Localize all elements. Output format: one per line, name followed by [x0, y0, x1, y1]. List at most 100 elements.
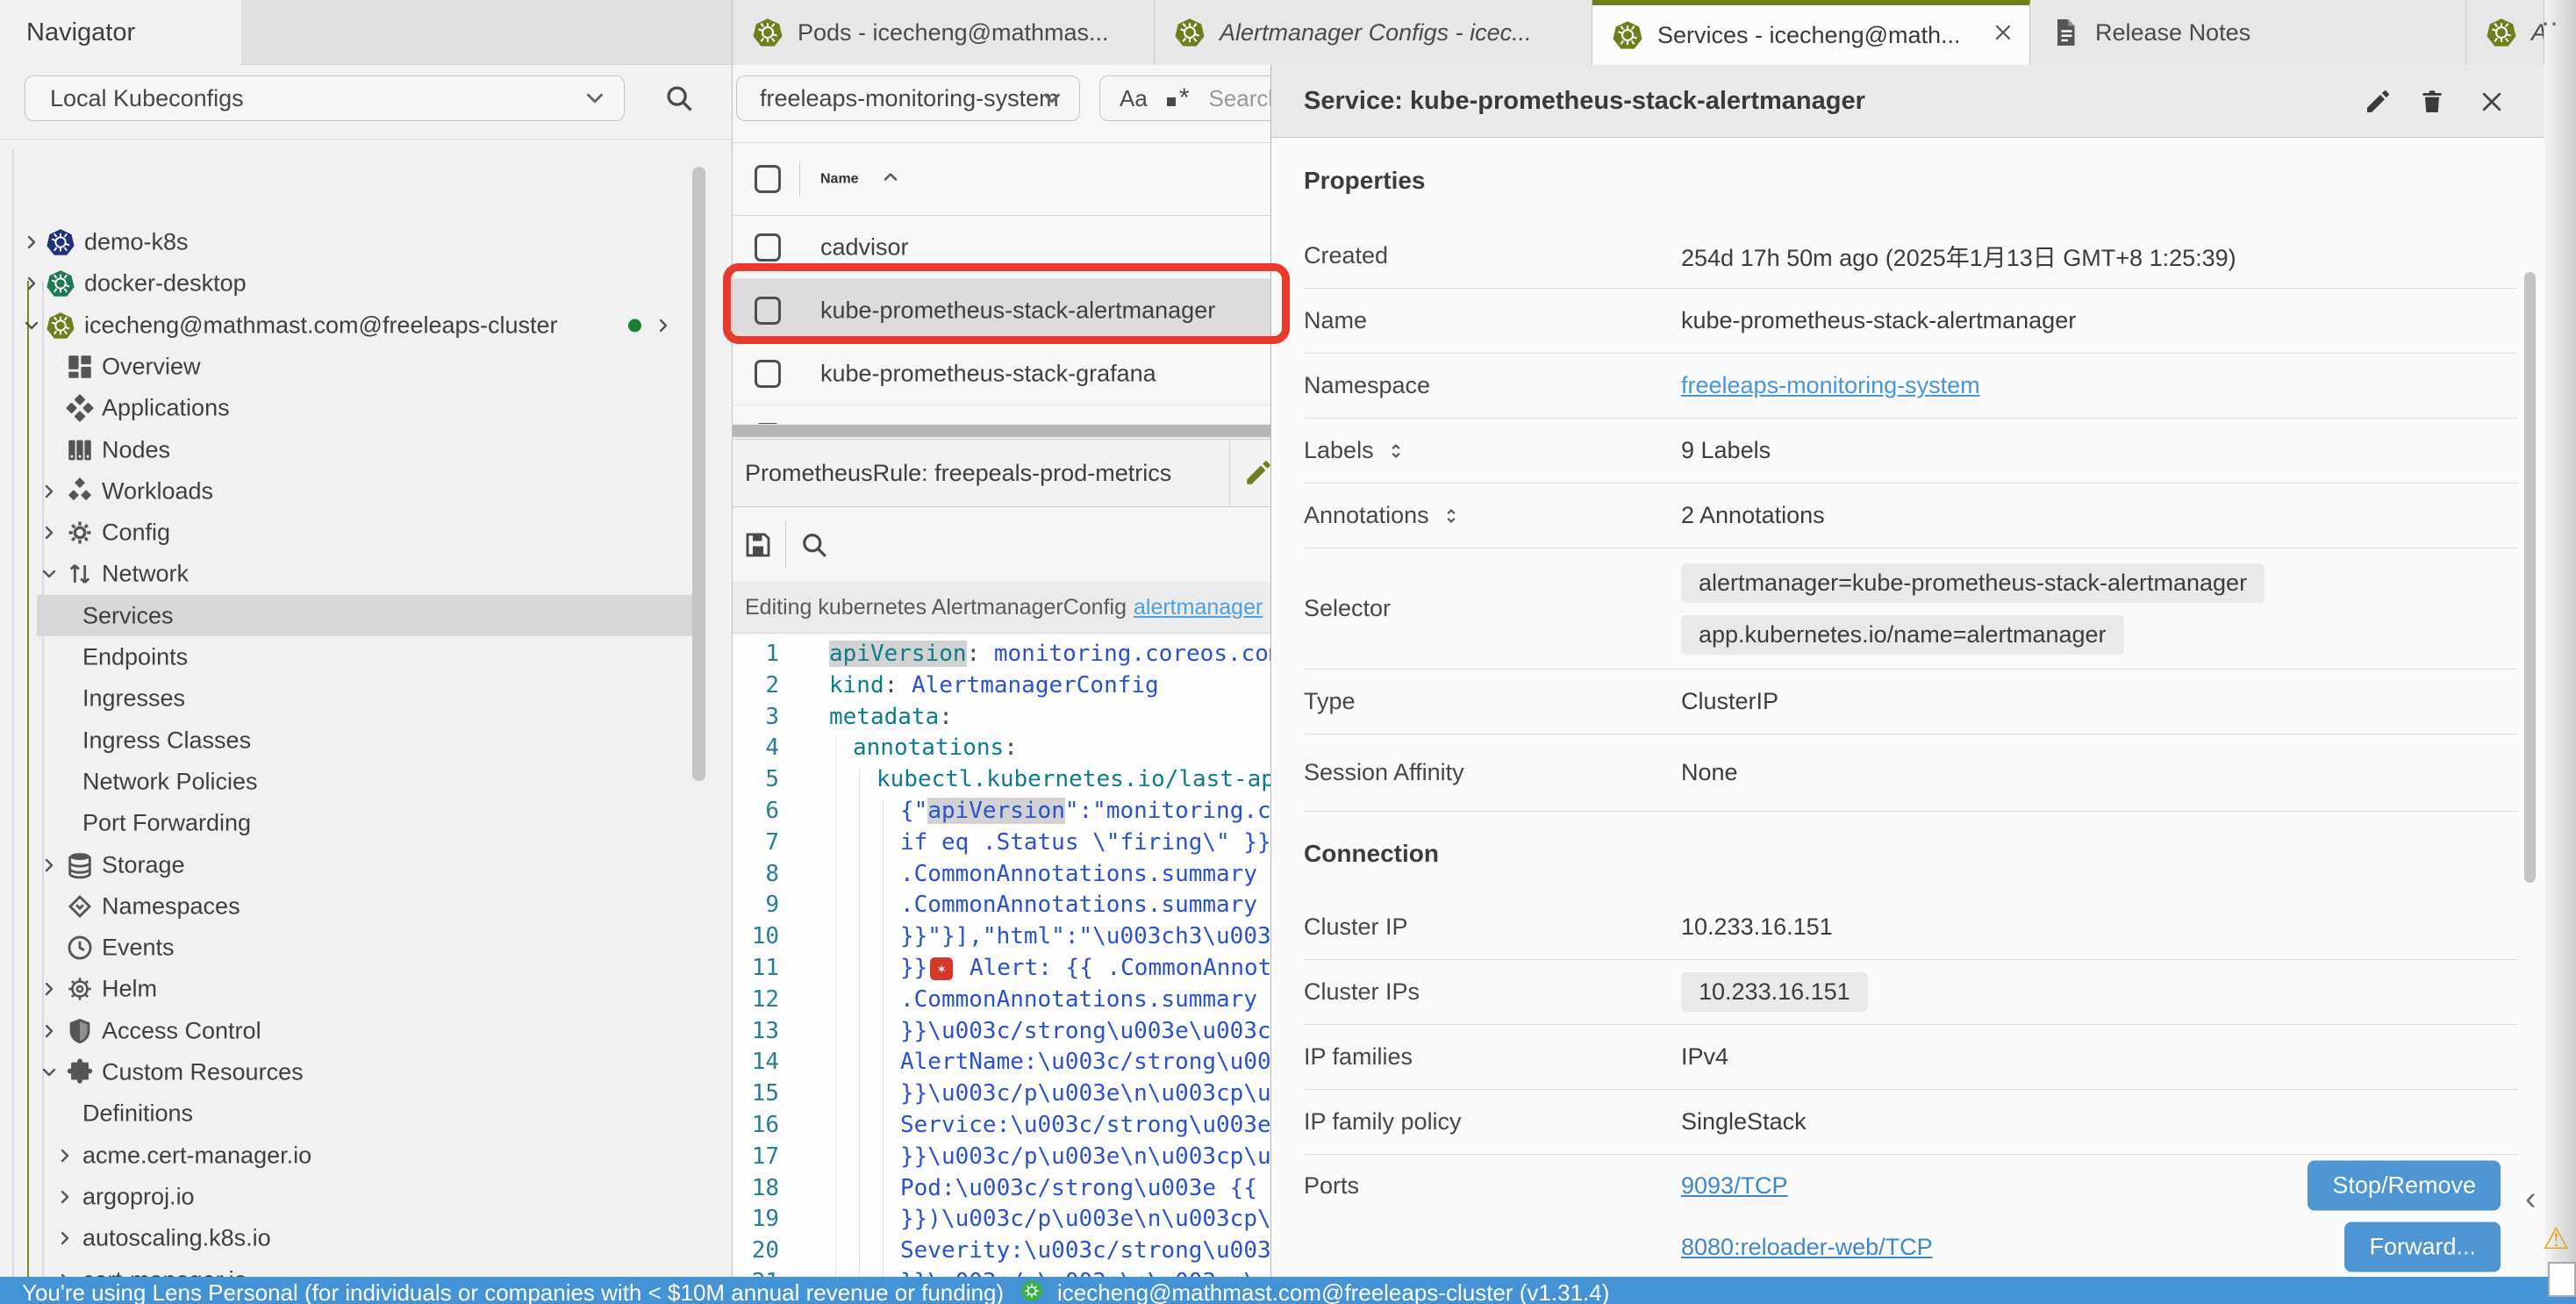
port-link[interactable]: 8080:reloader-web/TCP	[1681, 1234, 1933, 1261]
sidebar-item-cert-manager-io[interactable]: cert-manager.io	[0, 1259, 698, 1277]
sidebar-item-applications[interactable]: Applications	[0, 387, 698, 428]
sidebar-item-services[interactable]: Services	[0, 595, 698, 636]
chevron-right-icon[interactable]	[21, 273, 42, 294]
select-all-checkbox[interactable]	[755, 165, 781, 193]
code-line-3[interactable]: 3metadata:	[733, 701, 1270, 733]
sidebar-item-endpoints[interactable]: Endpoints	[0, 636, 698, 677]
edit-pencil-icon[interactable]	[1243, 458, 1270, 492]
chevron-right-icon[interactable]	[39, 1021, 60, 1042]
chevron-right-icon[interactable]	[54, 1145, 75, 1166]
code-line-8[interactable]: 8.CommonAnnotations.summary }}-	[733, 858, 1270, 890]
cluster-status-text[interactable]: icecheng@mathmast.com@freeleaps-cluster …	[1057, 1279, 1609, 1304]
code-line-11[interactable]: 11}}✶ Alert: {{ .CommonAnnotati	[733, 952, 1270, 984]
resource-search-input[interactable]: Aa * Search	[1099, 75, 1270, 121]
sidebar-item-icecheng-mathmast-com-freeleaps-cluster[interactable]: icecheng@mathmast.com@freeleaps-cluster	[0, 305, 698, 346]
editor-search-icon[interactable]	[798, 528, 831, 562]
column-header-name[interactable]: Name	[820, 167, 901, 192]
editing-resource-link[interactable]: alertmanager	[1134, 595, 1263, 620]
sidebar-item-namespaces[interactable]: Namespaces	[0, 885, 698, 927]
code-line-7[interactable]: 7if eq .Status \"firing\" }}✶	[733, 827, 1270, 858]
horizontal-scrollbar[interactable]	[733, 424, 1270, 439]
chevron-right-icon[interactable]	[54, 1186, 75, 1207]
code-line-2[interactable]: 2kind: AlertmanagerConfig	[733, 670, 1270, 701]
chevron-down-icon[interactable]	[39, 563, 60, 584]
sidebar-item-ingresses[interactable]: Ingresses	[0, 677, 698, 719]
code-line-12[interactable]: 12.CommonAnnotations.summary }}-	[733, 984, 1270, 1015]
chevron-right-icon[interactable]	[39, 522, 60, 543]
code-line-19[interactable]: 19}})\u003c/p\u003e\n\u003cp\u00	[733, 1203, 1270, 1235]
code-line-9[interactable]: 9.CommonAnnotations.summary }}-	[733, 889, 1270, 921]
chevron-right-icon[interactable]	[39, 855, 60, 876]
delete-trash-icon[interactable]	[2415, 84, 2450, 119]
row-checkbox[interactable]	[755, 360, 781, 388]
sort-updown-icon[interactable]	[1385, 440, 1407, 462]
tab-alertmanager-configs-icec[interactable]: Alertmanager Configs - icec...	[1155, 0, 1592, 65]
chevron-right-icon[interactable]	[39, 978, 60, 999]
sidebar-item-config[interactable]: Config	[0, 512, 698, 553]
sidebar-item-definitions[interactable]: Definitions	[0, 1093, 698, 1134]
sidebar-item-workloads[interactable]: Workloads	[0, 470, 698, 512]
code-line-1[interactable]: 1apiVersion: monitoring.coreos.com/v1	[733, 638, 1270, 670]
code-line-21[interactable]: 21}}\u003c/p\u003e\n\u003cp\u003	[733, 1266, 1270, 1277]
code-line-15[interactable]: 15}}\u003c/p\u003e\n\u003cp\u003	[733, 1078, 1270, 1109]
drawer-scrollbar[interactable]	[2524, 272, 2536, 883]
row-checkbox[interactable]	[755, 233, 781, 262]
code-line-5[interactable]: 5kubectl.kubernetes.io/last-appli	[733, 763, 1270, 795]
code-line-6[interactable]: 6{"apiVersion":"monitoring.core	[733, 795, 1270, 827]
sidebar-item-ingress-classes[interactable]: Ingress Classes	[0, 720, 698, 761]
navigator-search-button[interactable]	[660, 79, 698, 118]
sidebar-item-access-control[interactable]: Access Control	[0, 1010, 698, 1051]
match-case-toggle[interactable]: Aa	[1120, 85, 1148, 112]
sidebar-item-nodes[interactable]: Nodes	[0, 429, 698, 470]
sidebar-item-storage[interactable]: Storage	[0, 844, 698, 885]
code-line-18[interactable]: 18Pod:\u003c/strong\u003e {{ .Co	[733, 1172, 1270, 1204]
chevron-down-icon[interactable]	[21, 315, 42, 336]
code-line-17[interactable]: 17}}\u003c/p\u003e\n\u003cp\u003	[733, 1141, 1270, 1172]
sidebar-item-acme-cert-manager-io[interactable]: acme.cert-manager.io	[0, 1135, 698, 1176]
sidebar-item-network-policies[interactable]: Network Policies	[0, 761, 698, 802]
close-icon[interactable]	[1993, 22, 2014, 49]
tab-services-icecheng-math[interactable]: Services - icecheng@math...	[1592, 0, 2030, 65]
sidebar-item-helm[interactable]: Helm	[0, 968, 698, 1009]
namespace-select[interactable]: freeleaps-monitoring-system	[736, 75, 1080, 121]
collapse-arrow-icon[interactable]: ‹	[2525, 1180, 2537, 1218]
chevron-right-icon[interactable]	[54, 1228, 75, 1249]
sort-updown-icon[interactable]	[1440, 505, 1463, 527]
chevron-down-icon[interactable]	[39, 1062, 60, 1083]
regex-toggle-icon[interactable]: *	[1167, 83, 1190, 113]
sidebar-item-events[interactable]: Events	[0, 927, 698, 968]
sidebar-item-autoscaling-k8s-io[interactable]: autoscaling.k8s.io	[0, 1217, 698, 1258]
code-line-20[interactable]: 20Severity:\u003c/strong\u003e	[733, 1235, 1270, 1266]
tab-pods-icecheng-mathmas[interactable]: Pods - icecheng@mathmas...	[733, 0, 1155, 65]
sidebar-item-argoproj-io[interactable]: argoproj.io	[0, 1176, 698, 1217]
close-icon[interactable]	[2474, 84, 2509, 119]
kubeconfig-select[interactable]: Local Kubeconfigs	[25, 75, 625, 121]
port-link[interactable]: 9093/TCP	[1681, 1172, 1788, 1200]
sidebar-item-demo-k8s[interactable]: demo-k8s	[0, 221, 698, 262]
table-row-kube-prometheus-stack-grafana[interactable]: kube-prometheus-stack-grafana	[733, 342, 1270, 405]
sidebar-scrollbar[interactable]	[692, 167, 705, 781]
yaml-editor[interactable]: 1apiVersion: monitoring.coreos.com/v12ki…	[733, 634, 1270, 1277]
prometheusrule-bar[interactable]: PrometheusRule: freepeals-prod-metrics	[733, 439, 1270, 507]
code-line-14[interactable]: 14AlertName:\u003c/strong\u003e	[733, 1046, 1270, 1078]
stop-remove-button[interactable]: Stop/Remove	[2308, 1161, 2501, 1211]
sidebar-item-network[interactable]: Network	[0, 553, 698, 594]
code-line-13[interactable]: 13}}\u003c/strong\u003e\u003c/h3	[733, 1015, 1270, 1047]
forward-button[interactable]: Forward...	[2344, 1222, 2501, 1272]
chevron-right-icon[interactable]	[54, 1270, 75, 1278]
chevron-right-icon[interactable]	[39, 481, 60, 502]
sidebar-item-docker-desktop[interactable]: docker-desktop	[0, 262, 698, 304]
chevron-right-icon[interactable]	[653, 315, 674, 336]
tab-release-notes[interactable]: Release Notes	[2030, 0, 2466, 65]
code-line-16[interactable]: 16Service:\u003c/strong\u003e {	[733, 1109, 1270, 1141]
sidebar-item-custom-resources[interactable]: Custom Resources	[0, 1051, 698, 1093]
code-line-10[interactable]: 10}}"}],"html":"\u003ch3\u003e\u	[733, 921, 1270, 952]
sidebar-item-overview[interactable]: Overview	[0, 346, 698, 387]
code-line-4[interactable]: 4annotations:	[733, 732, 1270, 763]
namespace-link[interactable]: freeleaps-monitoring-system	[1681, 372, 1980, 399]
tab-a[interactable]: A	[2466, 0, 2544, 65]
edit-pencil-icon[interactable]	[2360, 84, 2395, 119]
save-icon[interactable]	[741, 528, 775, 562]
chevron-right-icon[interactable]	[21, 232, 42, 253]
sidebar-item-port-forwarding[interactable]: Port Forwarding	[0, 802, 698, 843]
